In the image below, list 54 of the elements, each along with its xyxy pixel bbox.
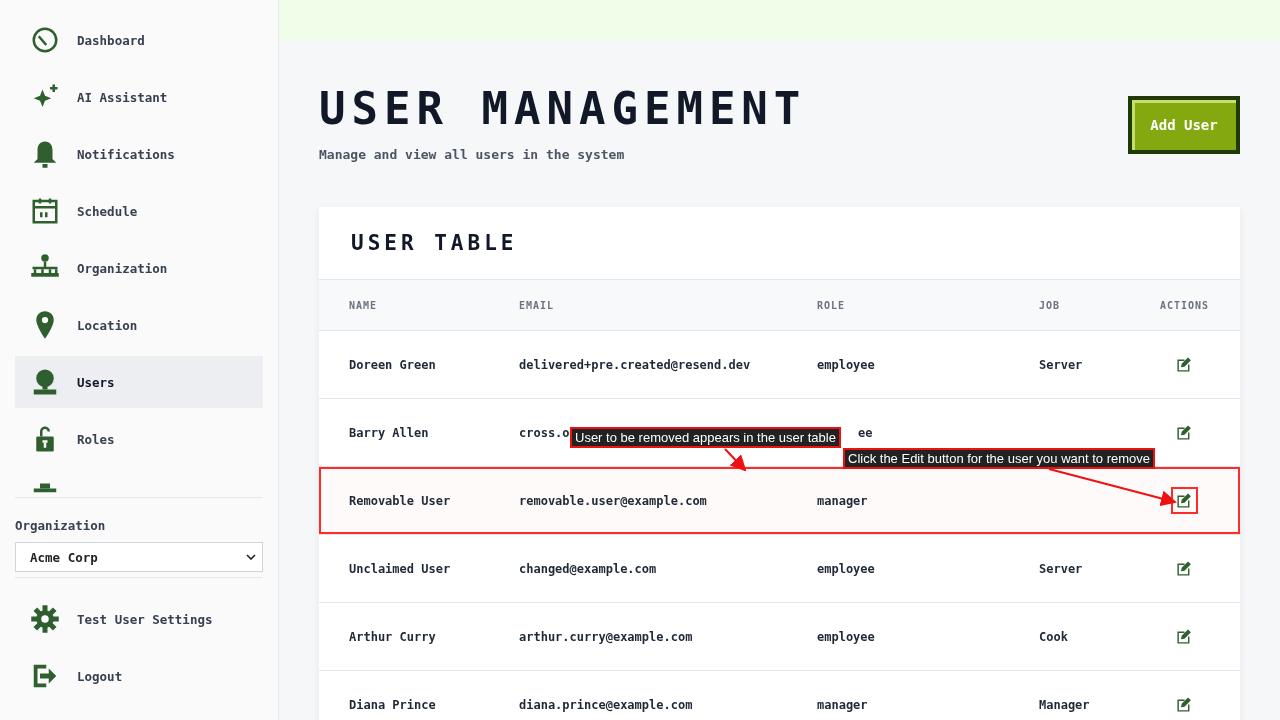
edit-icon[interactable]: [1176, 356, 1193, 373]
sidebar-item[interactable]: Organization: [15, 242, 263, 294]
sidebar-item[interactable]: Test User Settings: [15, 593, 263, 645]
edit-icon[interactable]: [1176, 424, 1193, 441]
sidebar-item[interactable]: Schedule: [15, 185, 263, 237]
organization-label: Organization: [15, 518, 107, 533]
sidebar-item[interactable]: Logout: [15, 650, 263, 702]
column-header: ROLE: [817, 299, 847, 311]
organization-select[interactable]: Acme Corp: [15, 542, 263, 572]
column-header: JOB: [1039, 299, 1062, 311]
chevron-down-icon: [246, 554, 256, 560]
sidebar-item[interactable]: Notifications: [15, 128, 263, 180]
table-cell: employee: [817, 561, 875, 576]
table-cell: diana.prince@example.com: [519, 697, 693, 712]
sidebar-item[interactable]: Location: [15, 299, 263, 351]
table-cell: ee: [858, 425, 873, 440]
table-cell-text: Doreen Green: [348, 357, 437, 372]
page-title: USER MANAGEMENT: [319, 85, 807, 133]
annotation-label: Click the Edit button for the user you want to remove: [843, 448, 1156, 469]
sidebar-item[interactable]: Users: [15, 356, 263, 408]
edit-icon[interactable]: [1176, 628, 1193, 645]
table-cell-text: Diana Prince: [348, 697, 437, 712]
table-cell: changed@example.com: [519, 561, 657, 576]
column-header: ACTIONS: [1158, 299, 1211, 311]
sidebar-item[interactable]: Dashboard: [15, 14, 263, 66]
table-cell: employee: [817, 629, 875, 644]
table-cell-text: Unclaimed User: [348, 561, 452, 576]
table-cell-text: Arthur Curry: [348, 629, 437, 644]
table-cell: Server: [1039, 357, 1083, 372]
table-cell: Manager: [1039, 697, 1090, 712]
annotation-label: User to be removed appears in the user table: [570, 427, 841, 448]
gauge-icon: [30, 25, 60, 55]
table-cell: delivered+pre.created@resend.dev: [519, 357, 751, 372]
table-cell: removable.user@example.com: [519, 493, 707, 508]
sidebar-item[interactable]: AI Assistant: [15, 71, 263, 123]
column-header: EMAIL: [519, 299, 556, 311]
edit-icon[interactable]: [1176, 492, 1193, 509]
table-cell: Server: [1039, 561, 1083, 576]
edit-icon[interactable]: [1176, 696, 1193, 713]
edit-icon[interactable]: [1176, 560, 1193, 577]
settings-icon: [30, 604, 60, 634]
page-subtitle: Manage and view all users in the system: [319, 147, 626, 162]
table-cell-text: Removable User: [348, 493, 452, 508]
column-header: NAME: [348, 299, 379, 311]
calendar-icon: [30, 196, 60, 226]
table-cell-text: Barry Allen: [348, 425, 430, 440]
table-cell: Cook: [1039, 629, 1068, 644]
annotation-arrow: [724, 448, 747, 472]
table-cell: manager: [817, 493, 868, 508]
table-cell: cross.o: [519, 425, 570, 440]
table-cell: manager: [817, 697, 868, 712]
table-cell: employee: [817, 357, 875, 372]
table-cell: arthur.curry@example.com: [519, 629, 693, 644]
sidebar-item[interactable]: Roles: [15, 413, 263, 465]
